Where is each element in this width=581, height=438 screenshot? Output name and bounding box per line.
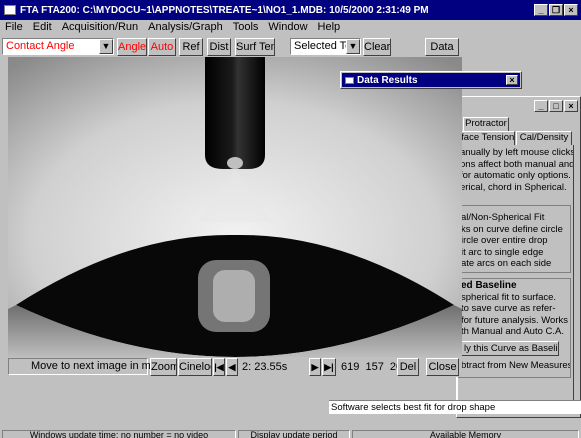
close-icon[interactable]: ×	[506, 75, 518, 85]
maximize-icon[interactable]: □	[549, 100, 563, 112]
menu-bar: File Edit Acquisition/Run Analysis/Graph…	[0, 20, 581, 36]
menu-edit[interactable]: Edit	[28, 20, 57, 36]
minimize-icon[interactable]: _	[534, 100, 548, 112]
tab-cal-density[interactable]: Cal/Density	[516, 131, 572, 145]
drop-highlight-inner	[213, 270, 255, 322]
toolbar: Contact Angle ▼ Angle Auto Ref Dist Surf…	[0, 37, 462, 57]
status-left: Windows update time: no number = no vide…	[2, 430, 236, 438]
baseline-line: spherical fit to surface.	[461, 291, 557, 303]
status-left-text: Windows update time: no number = no vide…	[29, 430, 209, 438]
intro-line: anually by left mouse clicks	[460, 147, 573, 158]
minimize-icon[interactable]: _	[534, 4, 548, 16]
close-icon[interactable]: ×	[564, 100, 578, 112]
menu-tools[interactable]: Tools	[228, 20, 264, 36]
menu-acquisition[interactable]: Acquisition/Run	[57, 20, 143, 36]
baseline-title: ed Baseline	[461, 280, 517, 291]
menu-file[interactable]: File	[0, 20, 28, 36]
baseline-line: for future analysis. Works	[461, 314, 569, 326]
close-button[interactable]: Close	[426, 358, 459, 376]
angle-button[interactable]: Angle	[117, 38, 147, 56]
data-results-window[interactable]: Data Results ×	[340, 71, 522, 89]
fit-group: al/Non-Spherical Fit ks on curve define …	[458, 205, 571, 273]
restore-icon[interactable]: ❐	[549, 4, 563, 16]
mode-select-value: Contact Angle	[6, 40, 75, 52]
auto-button[interactable]: Auto	[148, 38, 176, 56]
fit-line: ircle over entire drop	[461, 235, 548, 246]
status-mid: Display update period	[238, 430, 350, 438]
analysis-panel: _ □ × Protractor rface Tension Cal/Densi…	[456, 96, 581, 418]
surften-button[interactable]: Surf Ten	[235, 38, 275, 56]
cineloop-button[interactable]: Cineloop	[178, 358, 212, 376]
baseline-line: to save curve as refer-	[461, 303, 556, 314]
last-frame-icon[interactable]: ▶|	[322, 358, 336, 376]
needle-tip	[227, 157, 243, 169]
menu-analysis[interactable]: Analysis/Graph	[143, 20, 228, 36]
fit-line: ate arcs on each side	[461, 258, 552, 269]
drop-image-viewport[interactable]	[8, 57, 462, 357]
dist-button[interactable]: Dist	[207, 38, 231, 56]
chevron-down-icon[interactable]: ▼	[346, 39, 360, 54]
intro-line: for automatic only options.	[460, 170, 571, 181]
ref-button[interactable]: Ref	[179, 38, 203, 56]
next-frame-icon[interactable]: ▶	[309, 358, 321, 376]
clear-button[interactable]: Clear	[363, 38, 391, 56]
menu-help[interactable]: Help	[313, 20, 346, 36]
app-icon	[4, 5, 16, 15]
status-right: Available Memory	[352, 430, 579, 438]
window-icon	[345, 76, 354, 84]
status-right-text: Available Memory	[429, 430, 502, 438]
fit-line: it arc to single edge	[461, 246, 544, 258]
playback-bar: Move to next image in movie Zoom Cineloo…	[8, 357, 462, 377]
menu-window[interactable]: Window	[263, 20, 312, 36]
playback-status: Move to next image in movie	[8, 358, 171, 375]
hint-text: Software selects best fit for drop shape	[331, 402, 496, 413]
subtract-line: btract from New Measures	[461, 359, 570, 371]
status-mid-text: Display update period	[250, 430, 338, 438]
baseline-line: th Manual and Auto C.A.	[461, 326, 564, 337]
del-button[interactable]: Del	[397, 358, 419, 376]
intro-line: erical, chord in Spherical.	[460, 181, 567, 193]
window-title: FTA FTA200: C:\MYDOCU~1\APPNOTES\TREATE~…	[20, 4, 429, 16]
drop-image	[8, 57, 462, 357]
tool-select[interactable]: Selected Tool ▼	[290, 38, 361, 55]
app-titlebar: FTA FTA200: C:\MYDOCU~1\APPNOTES\TREATE~…	[0, 0, 581, 20]
prev-frame-icon[interactable]: ◀	[226, 358, 238, 376]
fit-title: al/Non-Spherical Fit	[461, 212, 545, 223]
chevron-down-icon[interactable]: ▼	[99, 39, 113, 54]
intro-line: ons affect both manual and	[460, 158, 573, 170]
hint-bar: Software selects best fit for drop shape	[329, 400, 581, 414]
playback-time: 2: 23.55s	[242, 361, 288, 373]
tab-protractor[interactable]: Protractor	[463, 117, 509, 131]
data-button[interactable]: Data	[425, 38, 459, 56]
data-results-title: Data Results	[357, 74, 418, 86]
apply-baseline-button[interactable]: ly this Curve as Baseline	[461, 340, 559, 356]
zoom-button[interactable]: Zoom	[150, 358, 177, 376]
panel-body: anually by left mouse clicks ons affect …	[457, 145, 574, 405]
needle-shape	[205, 57, 265, 169]
close-icon[interactable]: ×	[564, 4, 578, 16]
fit-line: ks on curve define circle	[461, 223, 563, 235]
baseline-group: ed Baseline spherical fit to surface. to…	[458, 278, 571, 378]
status-bar: Windows update time: no number = no vide…	[0, 430, 581, 438]
first-frame-icon[interactable]: |◀	[213, 358, 225, 376]
tab-surface-tension[interactable]: rface Tension	[457, 131, 515, 145]
mode-select[interactable]: Contact Angle ▼	[2, 38, 114, 55]
